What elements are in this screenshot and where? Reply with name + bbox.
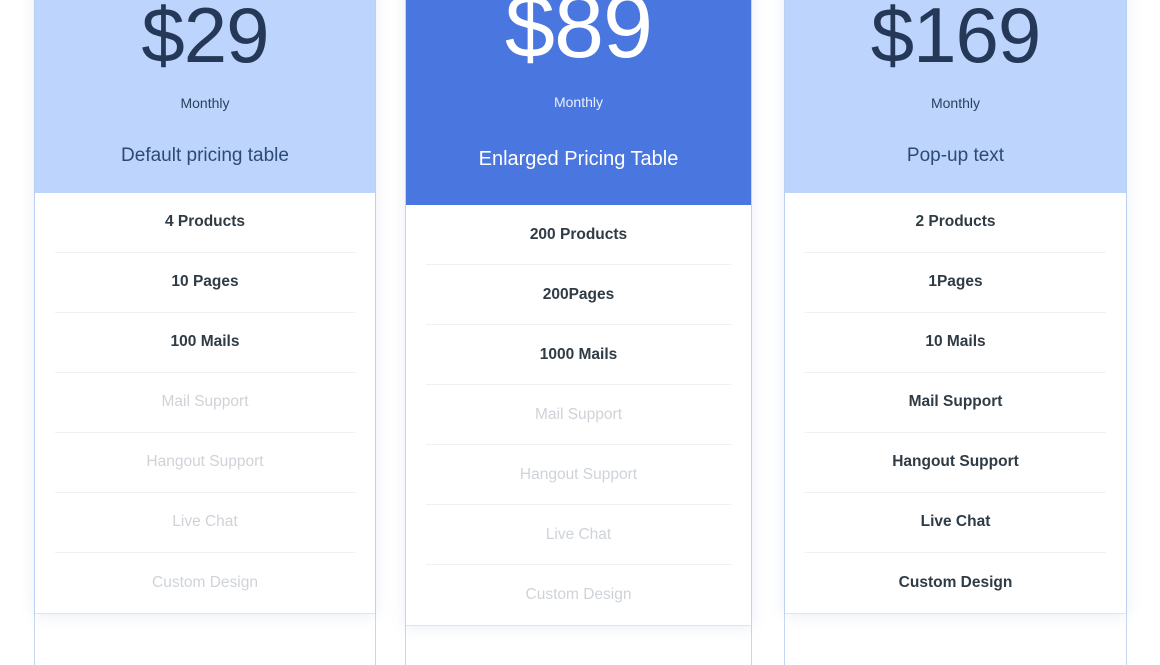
feature-item: Mail Support — [426, 385, 731, 446]
feature-item: Hangout Support — [426, 445, 731, 506]
feature-item: Live Chat — [426, 505, 731, 566]
feature-item: Live Chat — [55, 493, 355, 553]
feature-item: Custom Design — [525, 586, 632, 604]
pricing-card-header: $169 Monthly Pop-up text — [785, 0, 1126, 193]
feature-item: 2 Products — [805, 193, 1106, 253]
billing-period: Monthly — [930, 94, 981, 111]
feature-list: 4 Products 10 Pages 100 Mails Mail Suppo… — [35, 192, 375, 613]
pricing-card-enlarged[interactable]: $89 Monthly Enlarged Pricing Table 200 P… — [406, 0, 751, 626]
plan-name: Enlarged Pricing Table — [478, 148, 679, 171]
pricing-card-default[interactable]: $29 Monthly Default pricing table 4 Prod… — [35, 0, 375, 613]
feature-item: 10 Mails — [805, 313, 1106, 373]
card-edge-line — [375, 0, 376, 665]
pricing-card-header: $29 Monthly Default pricing table — [35, 0, 375, 193]
pricing-tables-page: $29 Monthly Default pricing table 4 Prod… — [0, 0, 1160, 665]
feature-item: 1Pages — [805, 253, 1106, 313]
price-amount: $89 — [504, 0, 653, 77]
feature-item: 100 Mails — [55, 313, 355, 373]
feature-list: 2 Products 1Pages 10 Mails Mail Support … — [785, 192, 1126, 613]
feature-item: Mail Support — [805, 373, 1106, 433]
feature-item: Live Chat — [805, 493, 1106, 553]
feature-item: 4 Products — [55, 193, 355, 253]
price-amount: $169 — [870, 0, 1042, 79]
feature-item: 10 Pages — [55, 253, 355, 313]
card-edge-line — [1126, 0, 1127, 665]
plan-name: Pop-up text — [906, 144, 1005, 166]
plan-name: Default pricing table — [121, 144, 289, 166]
card-edge-line — [751, 0, 752, 665]
feature-item: 200 Products — [426, 205, 731, 266]
feature-item: 200Pages — [426, 265, 731, 326]
price-amount: $29 — [141, 0, 269, 79]
feature-item: Mail Support — [55, 373, 355, 433]
pricing-card-header: $89 Monthly Enlarged Pricing Table — [406, 0, 751, 206]
feature-item: Hangout Support — [805, 433, 1106, 493]
billing-period: Monthly — [553, 94, 604, 111]
feature-item: Hangout Support — [55, 433, 355, 493]
feature-list: 200 Products 200Pages 1000 Mails Mail Su… — [406, 205, 751, 626]
feature-item: Custom Design — [898, 573, 1013, 591]
billing-period: Monthly — [180, 94, 230, 111]
feature-item: Custom Design — [152, 573, 258, 591]
pricing-card-popup[interactable]: $169 Monthly Pop-up text 2 Products 1Pag… — [785, 0, 1126, 613]
feature-item: 1000 Mails — [426, 325, 731, 386]
